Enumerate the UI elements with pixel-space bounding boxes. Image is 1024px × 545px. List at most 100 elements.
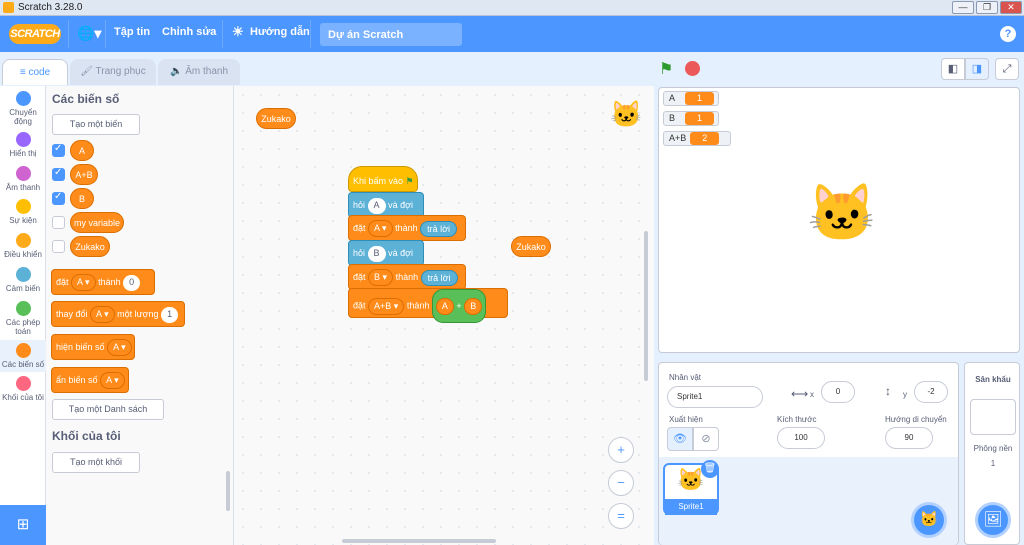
x-label: x	[810, 390, 814, 399]
loose-reporter-zukako[interactable]: Zukako	[511, 236, 551, 257]
stage-canvas[interactable]: A1 B1 A+B 2 🐱	[658, 87, 1020, 353]
variable-dropdown[interactable]: A ▾	[90, 306, 115, 324]
zoom-reset-icon[interactable]: =	[608, 503, 634, 529]
variable-dropdown[interactable]: A ▾	[368, 220, 393, 238]
menu-tutorials[interactable]: Hướng dẫn	[250, 26, 310, 38]
cat-sprite-icon[interactable]: 🐱	[807, 183, 877, 243]
category-label: Khối của tôi	[2, 393, 44, 402]
choose-backdrop-button[interactable]: 🖼	[975, 502, 1011, 538]
normal-stage-icon[interactable]: ◨	[965, 58, 989, 80]
direction-input[interactable]: 90	[885, 427, 933, 449]
tab-code[interactable]: ≡ code	[2, 59, 68, 85]
small-stage-icon[interactable]: ◧	[941, 58, 965, 80]
variable-monitor-a-plus-b[interactable]: A+B 2	[663, 131, 731, 146]
horizontal-arrows-icon: ⟷	[791, 387, 809, 401]
green-flag-icon[interactable]: ⚑	[659, 59, 673, 79]
variable-dropdown[interactable]: B ▾	[368, 269, 394, 287]
set-variable-block[interactable]: đặt A ▾ thành 0	[51, 269, 155, 295]
variable-reporter-a[interactable]: A	[70, 140, 94, 161]
operand-a[interactable]: A	[435, 298, 454, 316]
variable-checkbox-my-variable[interactable]	[52, 216, 65, 229]
set-variable-block[interactable]: đặt B ▾ thành trả lời	[348, 264, 466, 290]
menu-file[interactable]: Tập tin	[114, 26, 150, 38]
answer-reporter[interactable]: trả lời	[420, 220, 458, 237]
variable-checkbox-b[interactable]	[52, 191, 65, 205]
y-input[interactable]: -2	[914, 381, 948, 403]
category-operators[interactable]: Các phép toán	[0, 301, 46, 336]
sprite-name-input[interactable]: Sprite1	[667, 386, 763, 408]
make-list-button[interactable]: Tạo một Danh sách	[52, 399, 164, 420]
zoom-out-icon[interactable]: −	[608, 470, 634, 496]
script-area[interactable]: Zukako Zukako 🐱 Khi bấm vào ⚑ hỏi A và đ…	[234, 86, 654, 545]
category-sensing[interactable]: Cảm biến	[0, 267, 46, 293]
ask-input[interactable]: B	[367, 245, 386, 262]
category-control[interactable]: Điều khiển	[0, 233, 46, 259]
language-globe-icon[interactable]: 🌐▾	[77, 25, 101, 42]
ask-and-wait-block[interactable]: hỏi B và đợi	[348, 240, 424, 266]
tab-sounds[interactable]: 🔈 Âm thanh	[158, 59, 240, 85]
operand-b[interactable]: B	[464, 298, 483, 316]
answer-reporter[interactable]: trả lời	[420, 269, 458, 286]
add-extension-button[interactable]: ⊞	[0, 505, 46, 545]
dropdown-value: A+B	[374, 300, 392, 311]
monitor-label: B	[669, 113, 676, 123]
choose-sprite-button[interactable]: 🐱	[911, 502, 947, 538]
menu-edit[interactable]: Chỉnh sửa	[162, 26, 216, 38]
palette-scrollbar[interactable]	[226, 471, 230, 511]
trash-icon[interactable]: 🗑	[701, 460, 719, 478]
loose-reporter-zukako[interactable]: Zukako	[256, 108, 296, 129]
stop-icon[interactable]	[685, 61, 700, 76]
category-sound[interactable]: Âm thanh	[0, 166, 46, 192]
size-input[interactable]: 100	[777, 427, 825, 449]
value-input[interactable]: 0	[123, 274, 141, 291]
when-flag-clicked-block[interactable]: Khi bấm vào ⚑	[348, 166, 418, 192]
variable-reporter-b[interactable]: B	[70, 188, 94, 209]
zoom-in-icon[interactable]: +	[608, 437, 634, 463]
ask-input[interactable]: A	[367, 197, 386, 214]
variable-monitor-a[interactable]: A1	[663, 91, 719, 106]
variable-reporter-a-plus-b[interactable]: A+B	[70, 164, 98, 185]
green-flag-icon: ⚑	[405, 176, 414, 186]
vertical-scrollbar[interactable]	[644, 231, 648, 381]
project-title-input[interactable]: Dự án Scratch	[320, 23, 462, 46]
variable-checkbox-a[interactable]	[52, 143, 65, 157]
fullscreen-icon[interactable]: ⤢	[995, 58, 1019, 80]
help-icon[interactable]: ?	[1000, 26, 1016, 42]
close-button[interactable]: ✕	[1000, 1, 1022, 14]
minimize-button[interactable]: —	[952, 1, 974, 14]
sprite-tile-name: Sprite1	[665, 499, 717, 515]
category-looks[interactable]: Hiển thị	[0, 132, 46, 158]
variable-dropdown[interactable]: A+B ▾	[368, 297, 405, 315]
motion-dot-icon	[15, 91, 31, 106]
make-variable-button[interactable]: Tạo một biến	[52, 114, 140, 135]
category-variables[interactable]: Các biến số	[0, 340, 46, 372]
variable-checkbox-zukako[interactable]	[52, 240, 65, 253]
x-input[interactable]: 0	[821, 381, 855, 403]
category-my-blocks[interactable]: Khối của tôi	[0, 376, 46, 402]
show-eye-icon[interactable]: 👁	[667, 427, 693, 451]
variable-checkbox-a-plus-b[interactable]	[52, 167, 65, 181]
variable-dropdown[interactable]: A ▾	[100, 372, 125, 390]
variable-reporter-my-variable[interactable]: my variable	[70, 212, 124, 233]
hide-variable-block[interactable]: ẩn biến số A ▾	[51, 367, 129, 393]
hide-eye-icon[interactable]: ⊘	[693, 427, 719, 451]
value-input[interactable]: 1	[161, 306, 179, 323]
horizontal-scrollbar[interactable]	[342, 539, 496, 543]
set-variable-block[interactable]: đặt A+B ▾ thành A + B	[348, 288, 508, 323]
variable-reporter-zukako[interactable]: Zukako	[70, 236, 110, 257]
variable-monitor-b[interactable]: B1	[663, 111, 719, 126]
add-operator-block[interactable]: A + B	[431, 289, 487, 323]
variable-dropdown[interactable]: A ▾	[71, 274, 96, 292]
make-block-button[interactable]: Tạo một khối	[52, 452, 140, 473]
change-variable-block[interactable]: thay đổi A ▾ một lượng 1	[51, 301, 185, 327]
tab-costumes[interactable]: 🖌 Trang phục	[70, 59, 156, 85]
maximize-button[interactable]: ❐	[976, 1, 998, 14]
category-events[interactable]: Sự kiện	[0, 199, 46, 225]
scratch-logo[interactable]: SCRATCH	[9, 24, 61, 44]
backdrop-thumbnail[interactable]	[970, 399, 1016, 435]
show-variable-block[interactable]: hiện biến số A ▾	[51, 334, 135, 360]
variable-dropdown[interactable]: A ▾	[107, 339, 132, 357]
category-motion[interactable]: Chuyển động	[0, 91, 46, 126]
sprite-label: Nhân vật	[669, 373, 702, 382]
set-variable-block[interactable]: đặt A ▾ thành trả lời	[348, 215, 466, 241]
